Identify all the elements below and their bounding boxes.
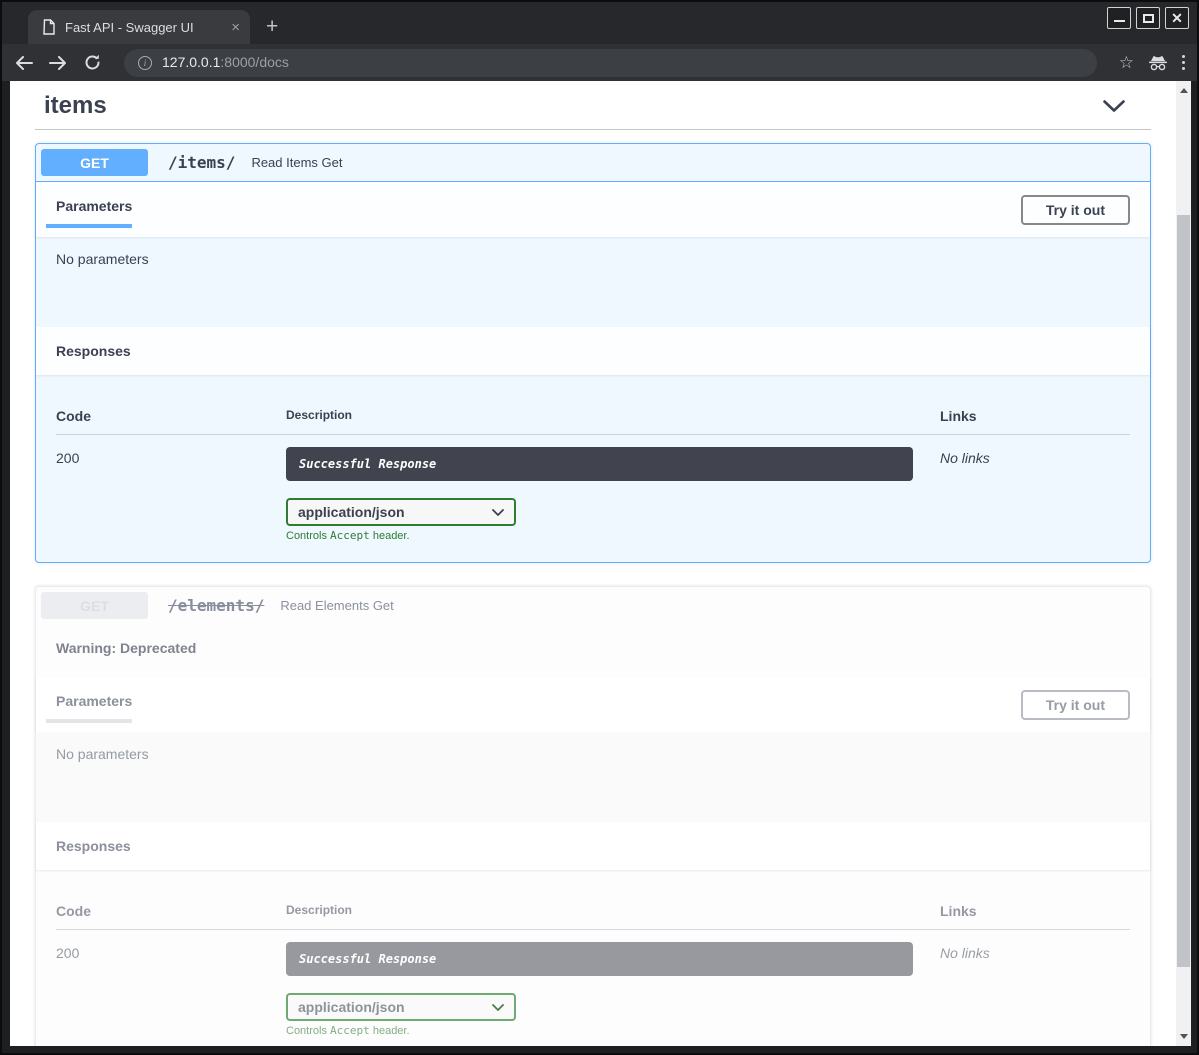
accept-header-note: Controls Accept header. — [286, 1024, 913, 1037]
responses-body: Code Description Links 200 Successful Re… — [36, 375, 1150, 562]
response-description-block: Successful Response — [286, 447, 913, 481]
reload-button[interactable] — [82, 53, 102, 73]
responses-title: Responses — [56, 838, 131, 854]
response-row: 200 Successful Response application/json… — [56, 435, 1130, 543]
maximize-icon — [1143, 14, 1154, 23]
deprecated-warning: Warning: Deprecated — [36, 624, 1150, 677]
scroll-down-icon[interactable] — [1176, 1029, 1191, 1044]
page-info-icon[interactable]: i — [138, 56, 152, 70]
page-content: items GET /items/ Read Items Get Paramet… — [10, 81, 1176, 1046]
response-links: No links — [940, 435, 1130, 543]
opblock-summary[interactable]: GET /items/ Read Items Get — [36, 144, 1150, 182]
opblock-get-elements-deprecated: GET /elements/ Read Elements Get Warning… — [35, 586, 1151, 1046]
browser-window: Fast API - Swagger UI × + ✕ i 127.0.0.1:… — [0, 0, 1199, 1055]
column-header-links: Links — [940, 395, 1130, 435]
bookmark-star-icon[interactable]: ☆ — [1119, 53, 1134, 73]
operation-summary: Read Items Get — [251, 155, 342, 170]
minimize-icon — [1114, 20, 1125, 22]
scroll-up-icon[interactable] — [1176, 83, 1191, 98]
browser-menu-icon[interactable] — [1182, 55, 1185, 70]
no-parameters-text: No parameters — [56, 251, 149, 267]
method-badge: GET — [41, 149, 148, 176]
operation-path: /items/ — [168, 153, 235, 172]
tab-parameters[interactable]: Parameters — [46, 192, 132, 228]
scrollbar-thumb[interactable] — [1177, 215, 1190, 967]
browser-toolbar: i 127.0.0.1:8000/docs ☆ — [2, 44, 1197, 81]
parameters-header: Parameters Try it out — [36, 677, 1150, 732]
no-parameters-text: No parameters — [56, 746, 149, 762]
responses-header: Responses — [36, 822, 1150, 870]
favicon-document-icon — [42, 19, 56, 35]
maximize-button[interactable] — [1136, 7, 1160, 29]
responses-header: Responses — [36, 327, 1150, 375]
tab-title: Fast API - Swagger UI — [65, 20, 222, 35]
operation-summary: Read Elements Get — [280, 598, 393, 613]
chevron-down-icon — [492, 509, 504, 516]
parameters-body: No parameters — [36, 732, 1150, 822]
chevron-down-icon — [492, 1004, 504, 1011]
url-text: 127.0.0.1:8000/docs — [162, 54, 289, 72]
window-controls: ✕ — [1107, 7, 1189, 29]
minimize-button[interactable] — [1107, 7, 1131, 29]
close-button[interactable]: ✕ — [1165, 7, 1189, 29]
column-header-code: Code — [56, 890, 286, 930]
url-bar[interactable]: i 127.0.0.1:8000/docs — [124, 49, 1097, 77]
parameters-header: Parameters Try it out — [36, 182, 1150, 237]
parameters-body: No parameters — [36, 237, 1150, 327]
opblock-summary[interactable]: GET /elements/ Read Elements Get — [36, 587, 1150, 624]
response-row: 200 Successful Response application/json… — [56, 930, 1130, 1038]
page-scrollbar[interactable] — [1176, 81, 1191, 1046]
close-icon: ✕ — [1171, 11, 1183, 25]
back-button[interactable] — [14, 53, 34, 73]
media-type-select[interactable]: application/json — [286, 498, 516, 526]
accept-header-note: Controls Accept header. — [286, 529, 913, 542]
responses-title: Responses — [56, 343, 131, 359]
try-it-out-button[interactable]: Try it out — [1021, 690, 1130, 720]
browser-tab[interactable]: Fast API - Swagger UI × — [28, 10, 250, 44]
media-type-value: application/json — [298, 504, 405, 520]
new-tab-button[interactable]: + — [266, 15, 278, 39]
response-links: No links — [940, 930, 1130, 1038]
try-it-out-button[interactable]: Try it out — [1021, 195, 1130, 225]
tab-close-icon[interactable]: × — [231, 20, 240, 35]
tag-section-header[interactable]: items — [35, 92, 1151, 130]
responses-body: Code Description Links 200 Successful Re… — [36, 870, 1150, 1046]
forward-button[interactable] — [48, 53, 68, 73]
method-badge: GET — [41, 592, 148, 619]
section-title: items — [44, 92, 107, 120]
media-type-value: application/json — [298, 999, 405, 1015]
media-type-select[interactable]: application/json — [286, 993, 516, 1021]
response-code: 200 — [56, 435, 286, 543]
column-header-description: Description — [286, 395, 940, 435]
column-header-links: Links — [940, 890, 1130, 930]
incognito-icon — [1148, 53, 1168, 73]
collapse-chevron-icon[interactable] — [1103, 100, 1125, 112]
browser-body: items GET /items/ Read Items Get Paramet… — [2, 81, 1197, 1053]
operation-path: /elements/ — [168, 596, 264, 615]
tab-parameters[interactable]: Parameters — [46, 687, 132, 723]
tab-strip: Fast API - Swagger UI × + ✕ — [2, 2, 1197, 44]
response-code: 200 — [56, 930, 286, 1038]
url-path: :8000/docs — [220, 54, 289, 70]
opblock-get-items: GET /items/ Read Items Get Parameters Tr… — [35, 143, 1151, 563]
column-header-code: Code — [56, 395, 286, 435]
url-host: 127.0.0.1 — [162, 54, 220, 70]
response-description-block: Successful Response — [286, 942, 913, 976]
column-header-description: Description — [286, 890, 940, 930]
